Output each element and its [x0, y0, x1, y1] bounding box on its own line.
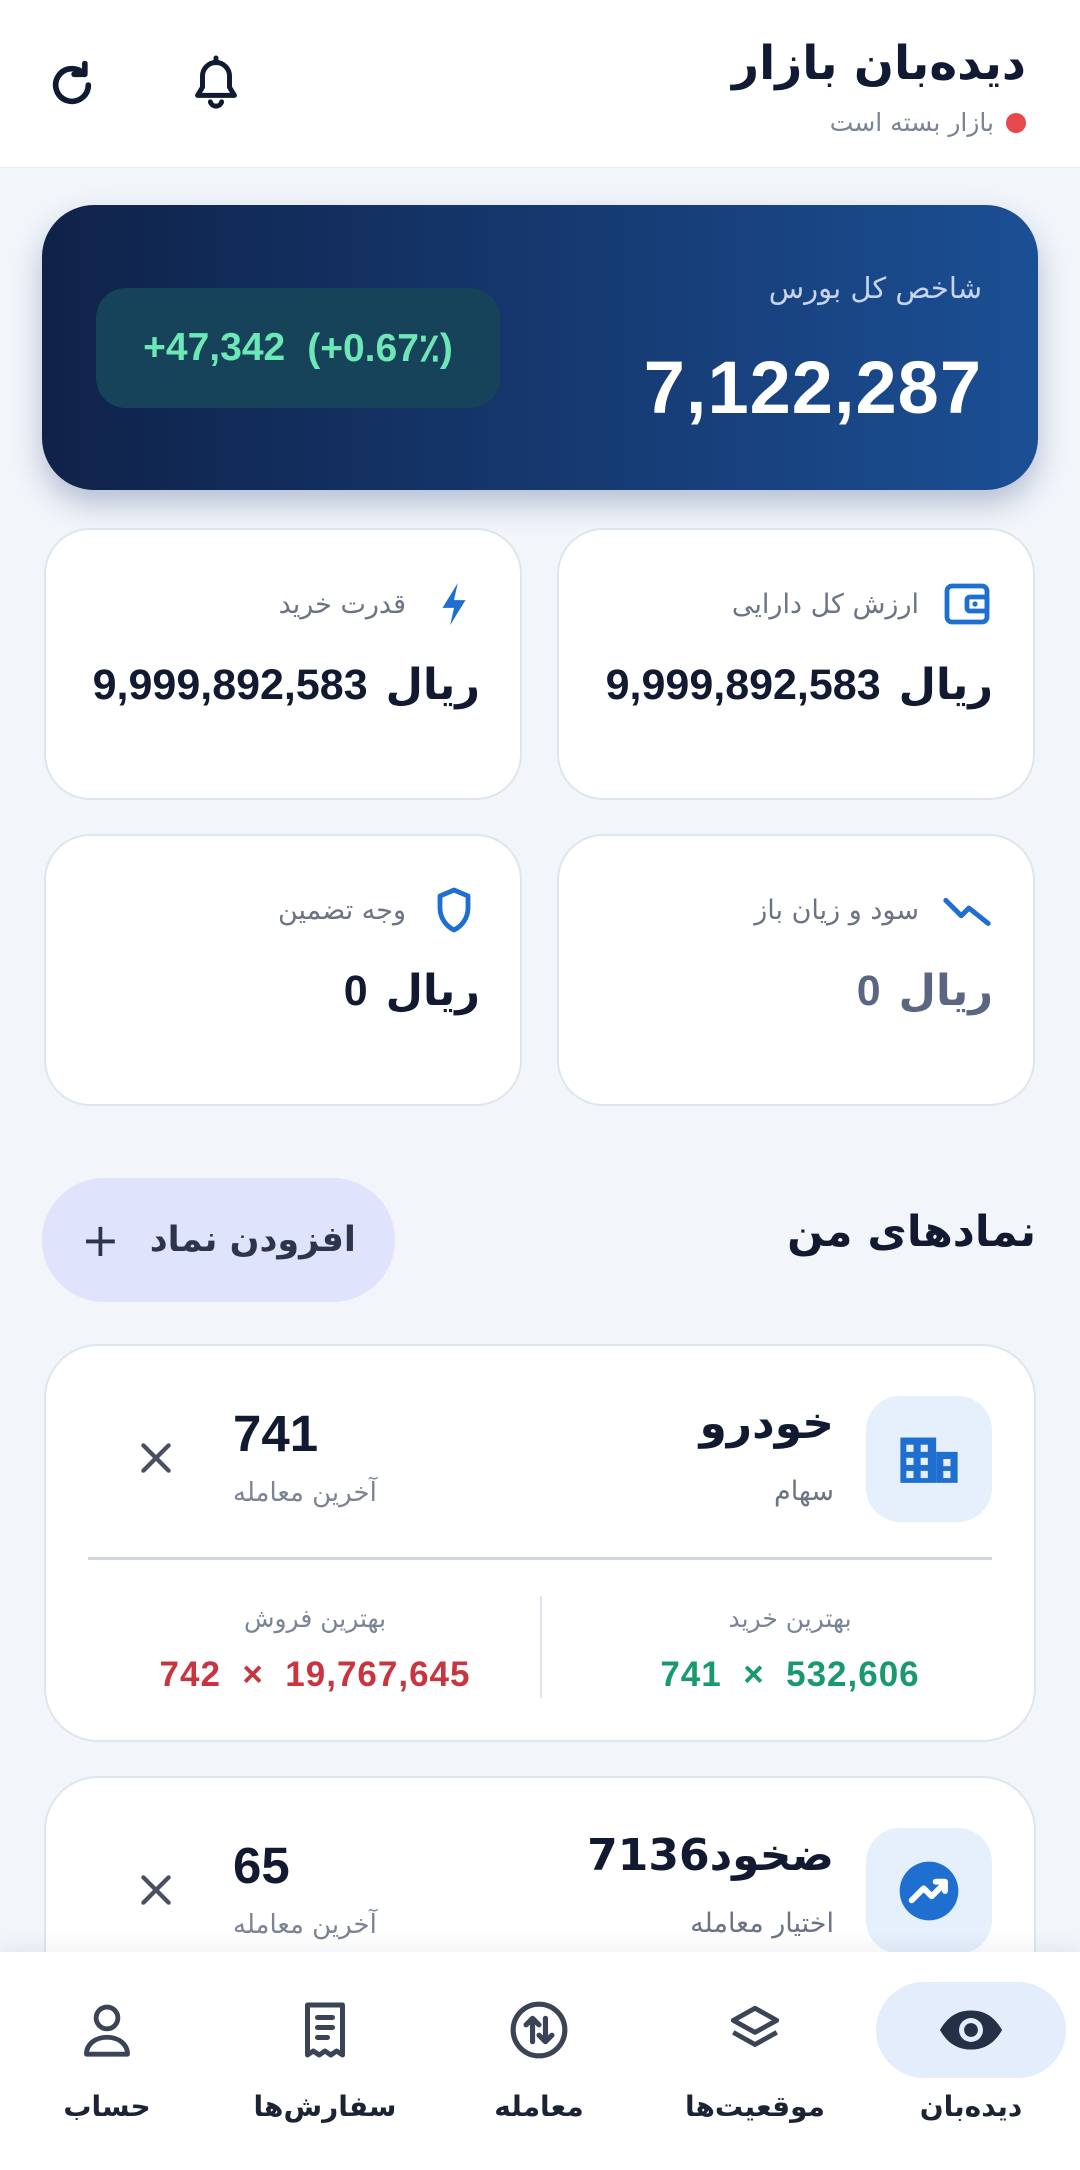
market-index-card: شاخص کل بورس 7,122,287 +47,342 (+0.67٪) — [42, 205, 1038, 490]
open-pnl-value: ریال 0 — [857, 966, 993, 1016]
total-assets-label: ارزش کل دارایی — [731, 588, 919, 620]
best-buy-price: 741 — [660, 1655, 722, 1694]
nav-orders[interactable]: سفارش‌ها — [230, 1982, 420, 2142]
layers-icon — [660, 1982, 850, 2078]
bottom-nav: دیده‌بان موقعیت‌ها معامله سفارش‌ها حساب — [0, 1952, 1080, 2170]
column-separator — [540, 1596, 542, 1698]
currency-label: ریال — [898, 966, 993, 1016]
index-change-percent: (+0.67٪) — [307, 326, 453, 370]
symbol-name: خودرو — [699, 1398, 834, 1449]
app-header: دیده‌بان بازار بازار بسته است — [0, 0, 1080, 168]
buying-power-value: ریال 9,999,892,583 — [93, 660, 480, 710]
nav-label: معامله — [494, 2090, 584, 2123]
currency-label: ریال — [898, 660, 993, 710]
nav-trade[interactable]: معامله — [444, 1982, 634, 2142]
symbol-type: اختیار معامله — [690, 1908, 834, 1939]
section-title: نمادهای من — [787, 1207, 1036, 1257]
plus-icon: + — [81, 1213, 120, 1267]
symbol-name: ضخود7136 — [587, 1830, 834, 1881]
symbol-type: سهام — [773, 1476, 834, 1507]
status-dot — [1006, 112, 1026, 133]
nav-label: سفارش‌ها — [253, 2090, 397, 2123]
amount: 0 — [343, 967, 368, 1015]
user-icon — [12, 1982, 202, 2078]
add-symbol-button[interactable]: افزودن نماد + — [42, 1178, 395, 1302]
bell-icon[interactable] — [186, 55, 246, 115]
times-sign: × — [743, 1655, 765, 1694]
buying-power-card: قدرت خرید ریال 9,999,892,583 — [44, 528, 522, 800]
amount: 9,999,892,583 — [605, 661, 881, 709]
best-buy-value: 741 × 532,606 — [565, 1655, 1015, 1695]
nav-label: دیده‌بان — [919, 2090, 1023, 2123]
market-status-text: بازار بسته است — [829, 108, 994, 137]
total-assets-value: ریال 9,999,892,583 — [606, 660, 993, 710]
best-sell-price: 742 — [159, 1655, 221, 1694]
best-sell-value: 742 × 19,767,645 — [90, 1655, 540, 1695]
amount: 9,999,892,583 — [92, 661, 368, 709]
nav-positions[interactable]: موقعیت‌ها — [660, 1982, 850, 2142]
last-price-label: آخرین معامله — [233, 1910, 377, 1940]
last-price-label: آخرین معامله — [233, 1478, 377, 1508]
lightning-icon — [428, 578, 480, 630]
best-buy-label: بهترین خرید — [728, 1604, 852, 1633]
best-sell: بهترین فروش 742 × 19,767,645 — [90, 1604, 540, 1695]
last-price: 65 — [233, 1837, 290, 1894]
divider — [88, 1557, 992, 1560]
margin-card: وجه تضمین ریال 0 — [44, 834, 522, 1106]
nav-watchlist[interactable]: دیده‌بان — [876, 1982, 1066, 2142]
currency-label: ریال — [385, 966, 480, 1016]
market-status: بازار بسته است — [830, 108, 1026, 137]
nav-label: حساب — [63, 2090, 151, 2123]
last-price: 741 — [233, 1405, 319, 1462]
close-icon[interactable] — [134, 1436, 178, 1480]
trending-up-icon — [866, 1828, 992, 1954]
best-sell-qty: 19,767,645 — [285, 1655, 471, 1694]
margin-label: وجه تضمین — [277, 894, 406, 926]
trend-down-icon — [941, 884, 993, 936]
best-buy-qty: 532,606 — [786, 1655, 920, 1694]
building-icon — [866, 1396, 992, 1522]
buying-power-label: قدرت خرید — [278, 588, 406, 620]
times-sign: × — [242, 1655, 264, 1694]
receipt-icon — [230, 1982, 420, 2078]
nav-label: موقعیت‌ها — [684, 2090, 826, 2123]
index-change-badge: +47,342 (+0.67٪) — [96, 288, 500, 408]
shield-icon — [428, 884, 480, 936]
page-title: دیده‌بان بازار — [732, 36, 1026, 91]
nav-account[interactable]: حساب — [12, 1982, 202, 2142]
index-label: شاخص کل بورس — [768, 271, 982, 305]
open-pnl-label: سود و زیان باز — [754, 894, 919, 926]
swap-circle-icon — [444, 1982, 634, 2078]
margin-value: ریال 0 — [344, 966, 480, 1016]
symbol-card[interactable]: خودرو سهام 741 آخرین معامله بهترین خرید … — [44, 1344, 1036, 1742]
best-sell-label: بهترین فروش — [243, 1604, 387, 1633]
total-assets-card: ارزش کل دارایی ریال 9,999,892,583 — [557, 528, 1035, 800]
add-symbol-label: افزودن نماد — [149, 1220, 356, 1260]
index-value: 7,122,287 — [643, 346, 982, 429]
open-pnl-card: سود و زیان باز ریال 0 — [557, 834, 1035, 1106]
amount: 0 — [856, 967, 881, 1015]
index-change-value: +47,342 — [143, 326, 286, 369]
wallet-icon — [941, 578, 993, 630]
eye-icon — [876, 1982, 1066, 2078]
currency-label: ریال — [385, 660, 480, 710]
close-icon[interactable] — [134, 1868, 178, 1912]
best-buy: بهترین خرید 741 × 532,606 — [565, 1604, 1015, 1695]
refresh-icon[interactable] — [42, 55, 102, 115]
